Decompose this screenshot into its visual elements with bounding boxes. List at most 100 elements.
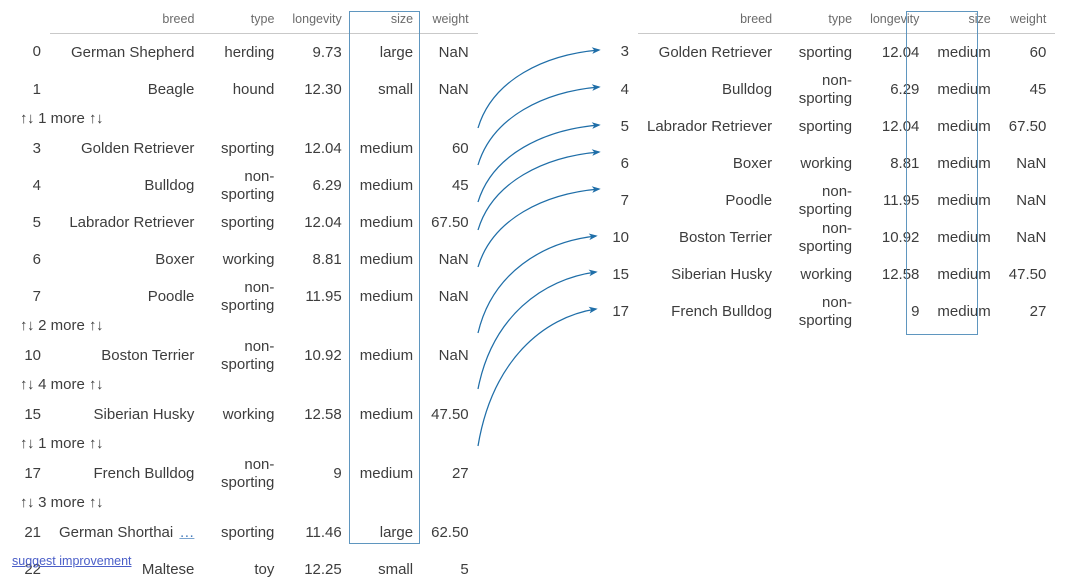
source-table-row[interactable]: 10Boston Terriernon-sporting10.92mediumN… <box>8 337 478 374</box>
result-cell-weight[interactable]: 27 <box>1000 293 1056 330</box>
source-cell-weight[interactable]: NaN <box>422 71 478 108</box>
result-cell-weight[interactable]: 60 <box>1000 34 1056 72</box>
source-cell-type[interactable]: non-sporting <box>203 455 283 492</box>
source-collapsed-rows-marker[interactable]: ↑↓ 3 more ↑↓ <box>8 492 478 514</box>
source-cell-size[interactable]: medium <box>351 167 422 204</box>
result-header-weight[interactable]: weight <box>1000 10 1056 34</box>
result-cell-longevity[interactable]: 12.04 <box>861 34 928 72</box>
source-collapsed-rows-marker[interactable]: ↑↓ 4 more ↑↓ <box>8 374 478 396</box>
source-table-row[interactable]: 6Boxerworking8.81mediumNaN <box>8 241 478 278</box>
source-cell-weight[interactable]: 62.50 <box>422 514 478 551</box>
source-table-row[interactable]: 7Poodlenon-sporting11.95mediumNaN <box>8 278 478 315</box>
source-cell-longevity[interactable]: 12.30 <box>283 71 350 108</box>
result-cell-type[interactable]: non-sporting <box>781 182 861 219</box>
source-cell-longevity[interactable]: 11.46 <box>283 514 350 551</box>
source-table-row[interactable]: 15Siberian Huskyworking12.58medium47.50 <box>8 396 478 433</box>
result-cell-size[interactable]: medium <box>928 71 999 108</box>
result-cell-type[interactable]: sporting <box>781 34 861 72</box>
source-header-breed[interactable]: breed <box>50 10 203 34</box>
source-cell-breed[interactable]: Bulldog <box>50 167 203 204</box>
source-collapsed-rows-marker[interactable]: ↑↓ 2 more ↑↓ <box>8 315 478 337</box>
result-header-longevity[interactable]: longevity <box>861 10 928 34</box>
source-collapsed-rows-label[interactable]: ↑↓ 2 more ↑↓ <box>8 315 478 337</box>
result-cell-longevity[interactable]: 12.58 <box>861 256 928 293</box>
source-cell-type[interactable]: sporting <box>203 130 283 167</box>
source-cell-breed[interactable]: Golden Retriever <box>50 130 203 167</box>
result-table-row[interactable]: 5Labrador Retrieversporting12.04medium67… <box>596 108 1055 145</box>
source-cell-breed[interactable]: French Bulldog <box>50 455 203 492</box>
result-cell-size[interactable]: medium <box>928 182 999 219</box>
source-cell-size[interactable]: medium <box>351 241 422 278</box>
source-cell-size[interactable]: medium <box>351 278 422 315</box>
result-cell-size[interactable]: medium <box>928 293 999 330</box>
result-table-row[interactable]: 4Bulldognon-sporting6.29medium45 <box>596 71 1055 108</box>
source-cell-breed[interactable]: Beagle <box>50 71 203 108</box>
result-cell-longevity[interactable]: 8.81 <box>861 145 928 182</box>
source-collapsed-rows-label[interactable]: ↑↓ 1 more ↑↓ <box>8 433 478 455</box>
source-collapsed-rows-label[interactable]: ↑↓ 3 more ↑↓ <box>8 492 478 514</box>
source-cell-weight[interactable]: NaN <box>422 278 478 315</box>
source-cell-weight[interactable]: 45 <box>422 167 478 204</box>
source-cell-breed[interactable]: Boston Terrier <box>50 337 203 374</box>
source-header-weight[interactable]: weight <box>422 10 478 34</box>
result-cell-longevity[interactable]: 12.04 <box>861 108 928 145</box>
source-cell-type[interactable]: toy <box>203 551 283 588</box>
source-cell-longevity[interactable]: 12.04 <box>283 130 350 167</box>
result-cell-longevity[interactable]: 11.95 <box>861 182 928 219</box>
source-cell-weight[interactable]: 60 <box>422 130 478 167</box>
source-cell-longevity[interactable]: 11.95 <box>283 278 350 315</box>
source-collapsed-rows-marker[interactable]: ↑↓ 1 more ↑↓ <box>8 108 478 130</box>
result-cell-breed[interactable]: Boston Terrier <box>638 219 781 256</box>
source-table-row[interactable]: 0German Shepherdherding9.73largeNaN <box>8 34 478 72</box>
source-cell-longevity[interactable]: 9.73 <box>283 34 350 72</box>
source-cell-size[interactable]: large <box>351 34 422 72</box>
source-table-row[interactable]: 21German Shorthai …sporting11.46large62.… <box>8 514 478 551</box>
result-cell-size[interactable]: medium <box>928 219 999 256</box>
source-cell-weight[interactable]: NaN <box>422 241 478 278</box>
result-table-row[interactable]: 6Boxerworking8.81mediumNaN <box>596 145 1055 182</box>
source-cell-longevity[interactable]: 8.81 <box>283 241 350 278</box>
result-cell-breed[interactable]: Siberian Husky <box>638 256 781 293</box>
result-table-row[interactable]: 15Siberian Huskyworking12.58medium47.50 <box>596 256 1055 293</box>
source-cell-type[interactable]: non-sporting <box>203 278 283 315</box>
result-cell-weight[interactable]: NaN <box>1000 145 1056 182</box>
result-cell-size[interactable]: medium <box>928 256 999 293</box>
source-table-row[interactable]: 17French Bulldognon-sporting9medium27 <box>8 455 478 492</box>
result-cell-size[interactable]: medium <box>928 108 999 145</box>
truncation-ellipsis-icon[interactable]: … <box>179 524 194 541</box>
result-cell-weight[interactable]: NaN <box>1000 182 1056 219</box>
source-cell-type[interactable]: sporting <box>203 514 283 551</box>
source-table-row[interactable]: 3Golden Retrieversporting12.04medium60 <box>8 130 478 167</box>
source-cell-weight[interactable]: 47.50 <box>422 396 478 433</box>
result-table-row[interactable]: 10Boston Terriernon-sporting10.92mediumN… <box>596 219 1055 256</box>
source-cell-weight[interactable]: NaN <box>422 337 478 374</box>
source-collapsed-rows-label[interactable]: ↑↓ 4 more ↑↓ <box>8 374 478 396</box>
source-cell-breed[interactable]: Labrador Retriever <box>50 204 203 241</box>
source-cell-weight[interactable]: 27 <box>422 455 478 492</box>
result-header-type[interactable]: type <box>781 10 861 34</box>
source-table-row[interactable]: 5Labrador Retrieversporting12.04medium67… <box>8 204 478 241</box>
source-cell-size[interactable]: small <box>351 551 422 588</box>
source-cell-size[interactable]: small <box>351 71 422 108</box>
result-cell-breed[interactable]: Labrador Retriever <box>638 108 781 145</box>
source-cell-size[interactable]: medium <box>351 455 422 492</box>
source-cell-breed[interactable]: German Shepherd <box>50 34 203 72</box>
result-table-row[interactable]: 7Poodlenon-sporting11.95mediumNaN <box>596 182 1055 219</box>
result-cell-weight[interactable]: NaN <box>1000 219 1056 256</box>
source-table-row[interactable]: 4Bulldognon-sporting6.29medium45 <box>8 167 478 204</box>
source-cell-breed[interactable]: Boxer <box>50 241 203 278</box>
result-cell-longevity[interactable]: 6.29 <box>861 71 928 108</box>
result-cell-longevity[interactable]: 10.92 <box>861 219 928 256</box>
source-cell-size[interactable]: medium <box>351 396 422 433</box>
source-cell-type[interactable]: non-sporting <box>203 337 283 374</box>
source-cell-longevity[interactable]: 12.58 <box>283 396 350 433</box>
result-cell-type[interactable]: working <box>781 256 861 293</box>
result-cell-longevity[interactable]: 9 <box>861 293 928 330</box>
result-cell-breed[interactable]: Bulldog <box>638 71 781 108</box>
source-cell-size[interactable]: medium <box>351 337 422 374</box>
source-cell-size[interactable]: large <box>351 514 422 551</box>
source-header-type[interactable]: type <box>203 10 283 34</box>
source-cell-type[interactable]: sporting <box>203 204 283 241</box>
suggest-improvement-link[interactable]: suggest improvement <box>12 554 132 568</box>
source-cell-breed[interactable]: Siberian Husky <box>50 396 203 433</box>
